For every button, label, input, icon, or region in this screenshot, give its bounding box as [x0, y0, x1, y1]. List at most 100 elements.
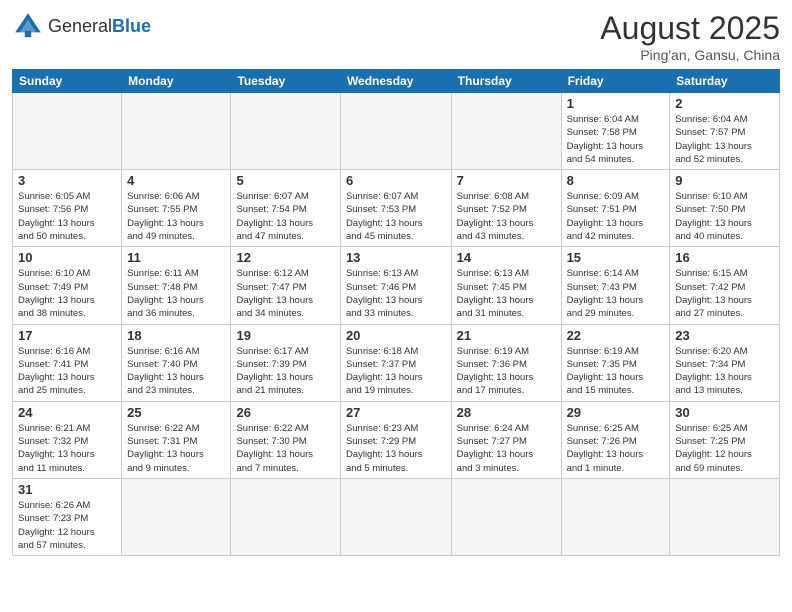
- calendar-cell: 6 Sunrise: 6:07 AMSunset: 7:53 PMDaylight…: [340, 170, 451, 247]
- day-info: Sunrise: 6:14 AMSunset: 7:43 PMDaylight:…: [567, 267, 665, 320]
- day-number: 24: [18, 405, 116, 420]
- calendar-cell: [122, 478, 231, 555]
- day-number: 11: [127, 250, 225, 265]
- title-block: August 2025 Ping'an, Gansu, China: [600, 10, 780, 63]
- month-year: August 2025: [600, 10, 780, 47]
- calendar-cell: 27 Sunrise: 6:23 AMSunset: 7:29 PMDayligh…: [340, 401, 451, 478]
- calendar-week-row: 10 Sunrise: 6:10 AMSunset: 7:49 PMDayligh…: [13, 247, 780, 324]
- day-info: Sunrise: 6:21 AMSunset: 7:32 PMDaylight:…: [18, 422, 116, 475]
- day-number: 15: [567, 250, 665, 265]
- day-number: 13: [346, 250, 446, 265]
- logo-icon: [12, 10, 44, 42]
- day-number: 6: [346, 173, 446, 188]
- calendar-cell: 24 Sunrise: 6:21 AMSunset: 7:32 PMDayligh…: [13, 401, 122, 478]
- calendar-cell: 29 Sunrise: 6:25 AMSunset: 7:26 PMDayligh…: [561, 401, 670, 478]
- day-info: Sunrise: 6:18 AMSunset: 7:37 PMDaylight:…: [346, 345, 446, 398]
- weekday-header-row: SundayMondayTuesdayWednesdayThursdayFrid…: [13, 70, 780, 93]
- calendar-cell: 11 Sunrise: 6:11 AMSunset: 7:48 PMDayligh…: [122, 247, 231, 324]
- day-info: Sunrise: 6:13 AMSunset: 7:46 PMDaylight:…: [346, 267, 446, 320]
- calendar-cell: [13, 93, 122, 170]
- day-number: 27: [346, 405, 446, 420]
- day-number: 1: [567, 96, 665, 111]
- calendar-cell: [340, 93, 451, 170]
- calendar-cell: 22Sunrise: 6:19 AMSunset: 7:35 PMDayligh…: [561, 324, 670, 401]
- calendar-cell: 18 Sunrise: 6:16 AMSunset: 7:40 PMDayligh…: [122, 324, 231, 401]
- logo-general: General: [48, 16, 112, 36]
- day-info: Sunrise: 6:16 AMSunset: 7:40 PMDaylight:…: [127, 345, 225, 398]
- day-number: 7: [457, 173, 556, 188]
- day-number: 17: [18, 328, 116, 343]
- calendar-cell: 9 Sunrise: 6:10 AMSunset: 7:50 PMDaylight…: [670, 170, 780, 247]
- day-info: Sunrise: 6:04 AMSunset: 7:58 PMDaylight:…: [567, 113, 665, 166]
- day-number: 21: [457, 328, 556, 343]
- weekday-header-wednesday: Wednesday: [340, 70, 451, 93]
- calendar-cell: 15 Sunrise: 6:14 AMSunset: 7:43 PMDayligh…: [561, 247, 670, 324]
- day-info: Sunrise: 6:09 AMSunset: 7:51 PMDaylight:…: [567, 190, 665, 243]
- weekday-header-monday: Monday: [122, 70, 231, 93]
- day-info: Sunrise: 6:25 AMSunset: 7:26 PMDaylight:…: [567, 422, 665, 475]
- day-number: 3: [18, 173, 116, 188]
- day-number: 25: [127, 405, 225, 420]
- day-info: Sunrise: 6:10 AMSunset: 7:50 PMDaylight:…: [675, 190, 774, 243]
- day-number: 23: [675, 328, 774, 343]
- day-info: Sunrise: 6:15 AMSunset: 7:42 PMDaylight:…: [675, 267, 774, 320]
- day-number: 29: [567, 405, 665, 420]
- weekday-header-friday: Friday: [561, 70, 670, 93]
- day-number: 16: [675, 250, 774, 265]
- day-number: 26: [236, 405, 334, 420]
- day-info: Sunrise: 6:07 AMSunset: 7:53 PMDaylight:…: [346, 190, 446, 243]
- day-info: Sunrise: 6:11 AMSunset: 7:48 PMDaylight:…: [127, 267, 225, 320]
- page-header: GeneralBlue August 2025 Ping'an, Gansu, …: [12, 10, 780, 63]
- day-number: 22: [567, 328, 665, 343]
- calendar-week-row: 1 Sunrise: 6:04 AMSunset: 7:58 PMDaylight…: [13, 93, 780, 170]
- calendar: SundayMondayTuesdayWednesdayThursdayFrid…: [12, 69, 780, 556]
- logo-blue: Blue: [112, 16, 151, 36]
- calendar-cell: 10 Sunrise: 6:10 AMSunset: 7:49 PMDayligh…: [13, 247, 122, 324]
- day-number: 9: [675, 173, 774, 188]
- calendar-cell: [122, 93, 231, 170]
- calendar-week-row: 24 Sunrise: 6:21 AMSunset: 7:32 PMDayligh…: [13, 401, 780, 478]
- day-number: 10: [18, 250, 116, 265]
- calendar-cell: 25 Sunrise: 6:22 AMSunset: 7:31 PMDayligh…: [122, 401, 231, 478]
- day-info: Sunrise: 6:10 AMSunset: 7:49 PMDaylight:…: [18, 267, 116, 320]
- calendar-cell: [231, 93, 340, 170]
- calendar-cell: 3 Sunrise: 6:05 AMSunset: 7:56 PMDaylight…: [13, 170, 122, 247]
- location: Ping'an, Gansu, China: [600, 47, 780, 63]
- calendar-cell: [231, 478, 340, 555]
- calendar-cell: 5Sunrise: 6:07 AMSunset: 7:54 PMDaylight…: [231, 170, 340, 247]
- calendar-cell: [670, 478, 780, 555]
- calendar-cell: [561, 478, 670, 555]
- calendar-cell: 30Sunrise: 6:25 AMSunset: 7:25 PMDayligh…: [670, 401, 780, 478]
- calendar-cell: [451, 478, 561, 555]
- calendar-cell: 19 Sunrise: 6:17 AMSunset: 7:39 PMDayligh…: [231, 324, 340, 401]
- day-info: Sunrise: 6:22 AMSunset: 7:31 PMDaylight:…: [127, 422, 225, 475]
- calendar-cell: 17Sunrise: 6:16 AMSunset: 7:41 PMDayligh…: [13, 324, 122, 401]
- calendar-cell: 7 Sunrise: 6:08 AMSunset: 7:52 PMDaylight…: [451, 170, 561, 247]
- weekday-header-saturday: Saturday: [670, 70, 780, 93]
- day-number: 14: [457, 250, 556, 265]
- day-number: 19: [236, 328, 334, 343]
- calendar-cell: [451, 93, 561, 170]
- day-info: Sunrise: 6:08 AMSunset: 7:52 PMDaylight:…: [457, 190, 556, 243]
- calendar-cell: 4Sunrise: 6:06 AMSunset: 7:55 PMDaylight…: [122, 170, 231, 247]
- calendar-week-row: 3 Sunrise: 6:05 AMSunset: 7:56 PMDaylight…: [13, 170, 780, 247]
- day-number: 8: [567, 173, 665, 188]
- day-number: 12: [236, 250, 334, 265]
- calendar-week-row: 31Sunrise: 6:26 AMSunset: 7:23 PMDayligh…: [13, 478, 780, 555]
- day-info: Sunrise: 6:07 AMSunset: 7:54 PMDaylight:…: [236, 190, 334, 243]
- day-info: Sunrise: 6:17 AMSunset: 7:39 PMDaylight:…: [236, 345, 334, 398]
- calendar-cell: 21Sunrise: 6:19 AMSunset: 7:36 PMDayligh…: [451, 324, 561, 401]
- calendar-cell: 8 Sunrise: 6:09 AMSunset: 7:51 PMDaylight…: [561, 170, 670, 247]
- calendar-cell: 13 Sunrise: 6:13 AMSunset: 7:46 PMDayligh…: [340, 247, 451, 324]
- calendar-week-row: 17Sunrise: 6:16 AMSunset: 7:41 PMDayligh…: [13, 324, 780, 401]
- day-number: 18: [127, 328, 225, 343]
- day-info: Sunrise: 6:05 AMSunset: 7:56 PMDaylight:…: [18, 190, 116, 243]
- day-info: Sunrise: 6:23 AMSunset: 7:29 PMDaylight:…: [346, 422, 446, 475]
- day-info: Sunrise: 6:04 AMSunset: 7:57 PMDaylight:…: [675, 113, 774, 166]
- day-number: 20: [346, 328, 446, 343]
- day-info: Sunrise: 6:12 AMSunset: 7:47 PMDaylight:…: [236, 267, 334, 320]
- day-info: Sunrise: 6:26 AMSunset: 7:23 PMDaylight:…: [18, 499, 116, 552]
- calendar-cell: 20 Sunrise: 6:18 AMSunset: 7:37 PMDayligh…: [340, 324, 451, 401]
- day-info: Sunrise: 6:20 AMSunset: 7:34 PMDaylight:…: [675, 345, 774, 398]
- calendar-cell: 1 Sunrise: 6:04 AMSunset: 7:58 PMDaylight…: [561, 93, 670, 170]
